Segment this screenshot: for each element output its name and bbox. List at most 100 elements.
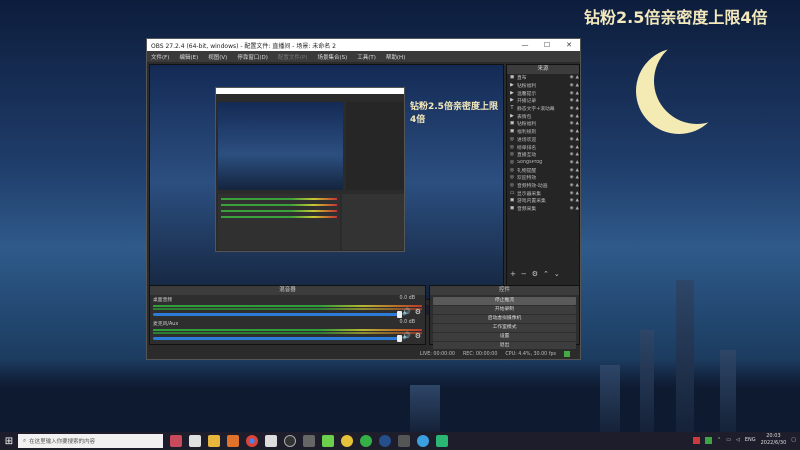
app-icon[interactable] bbox=[436, 435, 448, 447]
minimize-button[interactable]: — bbox=[514, 41, 536, 49]
stop-streaming-button[interactable]: 停止推流 bbox=[433, 297, 576, 306]
speaker-icon[interactable]: 🔊 bbox=[402, 308, 411, 316]
network-icon[interactable]: ▭ bbox=[726, 437, 731, 443]
lock-icon[interactable]: ▲ bbox=[576, 152, 579, 157]
title-bar[interactable]: OBS 27.2.4 (64-bit, windows) - 配置文件: 直播间… bbox=[147, 39, 580, 51]
add-icon[interactable]: + bbox=[510, 270, 516, 278]
source-item[interactable]: ▭ 显示器采集 ◉ ▲ bbox=[507, 189, 579, 197]
source-item[interactable]: ▣ 钻粉福利 ◉ ▲ bbox=[507, 120, 579, 128]
file-explorer-icon[interactable] bbox=[208, 435, 220, 447]
menu-docks[interactable]: 停靠窗口(D) bbox=[237, 53, 268, 61]
lock-icon[interactable]: ▲ bbox=[576, 206, 579, 211]
volume-slider[interactable] bbox=[153, 335, 403, 342]
gear-icon[interactable]: ⚙ bbox=[415, 332, 421, 340]
lock-icon[interactable]: ▲ bbox=[576, 160, 579, 165]
menu-scene-collection[interactable]: 场景集合(S) bbox=[317, 53, 347, 61]
windows-start-icon[interactable]: ⊞ bbox=[0, 432, 18, 450]
lock-icon[interactable]: ▲ bbox=[576, 121, 579, 126]
source-item[interactable]: ◎ 音频特效-动画 ◉ ▲ bbox=[507, 182, 579, 190]
start-recording-button[interactable]: 开始录制 bbox=[433, 306, 576, 315]
obs-icon[interactable] bbox=[284, 435, 296, 447]
obs-window[interactable]: OBS 27.2.4 (64-bit, windows) - 配置文件: 直播间… bbox=[146, 38, 581, 360]
eye-icon[interactable]: ◉ bbox=[570, 121, 574, 126]
eye-icon[interactable]: ◉ bbox=[570, 114, 574, 119]
lock-icon[interactable]: ▲ bbox=[576, 145, 579, 150]
source-item[interactable]: ▣ 福利规则 ◉ ▲ bbox=[507, 128, 579, 136]
source-item[interactable]: ◎ 礼物提醒 ◉ ▲ bbox=[507, 166, 579, 174]
volume-icon[interactable]: ◁ bbox=[736, 437, 740, 443]
app-icon[interactable] bbox=[398, 435, 410, 447]
source-item[interactable]: ◎ 欢迎特效 ◉ ▲ bbox=[507, 174, 579, 182]
menu-profile[interactable]: 配置文件(P) bbox=[278, 53, 308, 61]
lock-icon[interactable]: ▲ bbox=[576, 175, 579, 180]
source-item[interactable]: ◎ 直播互动 ◉ ▲ bbox=[507, 151, 579, 159]
lock-icon[interactable]: ▲ bbox=[576, 83, 579, 88]
lock-icon[interactable]: ▲ bbox=[576, 191, 579, 196]
gear-icon[interactable]: ⚙ bbox=[415, 308, 421, 316]
gear-icon[interactable]: ⚙ bbox=[532, 270, 538, 278]
eye-icon[interactable]: ◉ bbox=[570, 83, 574, 88]
steam-icon[interactable] bbox=[379, 435, 391, 447]
lock-icon[interactable]: ▲ bbox=[576, 106, 579, 111]
app-icon[interactable] bbox=[303, 435, 315, 447]
eye-icon[interactable]: ◉ bbox=[570, 106, 574, 111]
lock-icon[interactable]: ▲ bbox=[576, 91, 579, 96]
eye-icon[interactable]: ◉ bbox=[570, 168, 574, 173]
source-item[interactable]: ▣ 音频采集 ◉ ▲ bbox=[507, 205, 579, 213]
eye-icon[interactable]: ◉ bbox=[570, 191, 574, 196]
notification-icon[interactable]: ▢ bbox=[791, 437, 796, 443]
eye-icon[interactable]: ◉ bbox=[570, 206, 574, 211]
maximize-button[interactable]: ☐ bbox=[536, 41, 558, 49]
source-item[interactable]: ◎ SongsProg ◉ ▲ bbox=[507, 159, 579, 167]
app-icon[interactable] bbox=[189, 435, 201, 447]
source-item[interactable]: ▶ 表情包 ◉ ▲ bbox=[507, 112, 579, 120]
close-button[interactable]: ✕ bbox=[558, 41, 580, 49]
eye-icon[interactable]: ◉ bbox=[570, 98, 574, 103]
eye-icon[interactable]: ◉ bbox=[570, 75, 574, 80]
source-item[interactable]: ▶ 温馨提示 ◉ ▲ bbox=[507, 89, 579, 97]
eye-icon[interactable]: ◉ bbox=[570, 198, 574, 203]
clock[interactable]: 20:03 2022/6/30 bbox=[761, 433, 787, 447]
studio-mode-button[interactable]: 工作室模式 bbox=[433, 324, 576, 333]
source-item[interactable]: T 静态文字+滚动幕 ◉ ▲ bbox=[507, 105, 579, 113]
app-icon[interactable] bbox=[265, 435, 277, 447]
eye-icon[interactable]: ◉ bbox=[570, 137, 574, 142]
eye-icon[interactable]: ◉ bbox=[570, 160, 574, 165]
eye-icon[interactable]: ◉ bbox=[570, 129, 574, 134]
source-item[interactable]: ▣ 直布 ◉ ▲ bbox=[507, 74, 579, 82]
wechat-icon[interactable] bbox=[360, 435, 372, 447]
lock-icon[interactable]: ▲ bbox=[576, 198, 579, 203]
speaker-icon[interactable]: 🔊 bbox=[402, 332, 411, 340]
lock-icon[interactable]: ▲ bbox=[576, 168, 579, 173]
menu-help[interactable]: 帮助(H) bbox=[386, 53, 405, 61]
app-icon[interactable] bbox=[322, 435, 334, 447]
lock-icon[interactable]: ▲ bbox=[576, 183, 579, 188]
lock-icon[interactable]: ▲ bbox=[576, 114, 579, 119]
move-down-icon[interactable]: ⌄ bbox=[554, 270, 560, 278]
eye-icon[interactable]: ◉ bbox=[570, 183, 574, 188]
settings-button[interactable]: 设置 bbox=[433, 333, 576, 342]
eye-icon[interactable]: ◉ bbox=[570, 91, 574, 96]
menu-file[interactable]: 文件(F) bbox=[151, 53, 169, 61]
source-item[interactable]: ▣ 游戏内置采集 ◉ ▲ bbox=[507, 197, 579, 205]
menu-edit[interactable]: 编辑(E) bbox=[179, 53, 198, 61]
chevron-up-icon[interactable]: ⌃ bbox=[717, 437, 721, 443]
menu-view[interactable]: 视图(V) bbox=[208, 53, 227, 61]
source-item[interactable]: ▶ 钻粉福利 ◉ ▲ bbox=[507, 82, 579, 90]
tray-icon[interactable] bbox=[693, 436, 701, 444]
move-up-icon[interactable]: ⌃ bbox=[543, 270, 549, 278]
app-icon[interactable] bbox=[341, 435, 353, 447]
taskbar-search[interactable]: ⌕ 在这里输入你要搜索的内容 bbox=[18, 434, 163, 448]
app-icon[interactable] bbox=[227, 435, 239, 447]
source-item[interactable]: ◎ 榜单排名 ◉ ▲ bbox=[507, 143, 579, 151]
lock-icon[interactable]: ▲ bbox=[576, 137, 579, 142]
app-icon[interactable] bbox=[417, 435, 429, 447]
menu-tools[interactable]: 工具(T) bbox=[357, 53, 376, 61]
source-item[interactable]: ▶ 开播记录 ◉ ▲ bbox=[507, 97, 579, 105]
remove-icon[interactable]: − bbox=[521, 270, 527, 278]
lock-icon[interactable]: ▲ bbox=[576, 98, 579, 103]
chrome-icon[interactable] bbox=[246, 435, 258, 447]
source-item[interactable]: ◎ 进场欢迎 ◉ ▲ bbox=[507, 136, 579, 144]
lock-icon[interactable]: ▲ bbox=[576, 129, 579, 134]
volume-slider[interactable] bbox=[153, 311, 403, 318]
